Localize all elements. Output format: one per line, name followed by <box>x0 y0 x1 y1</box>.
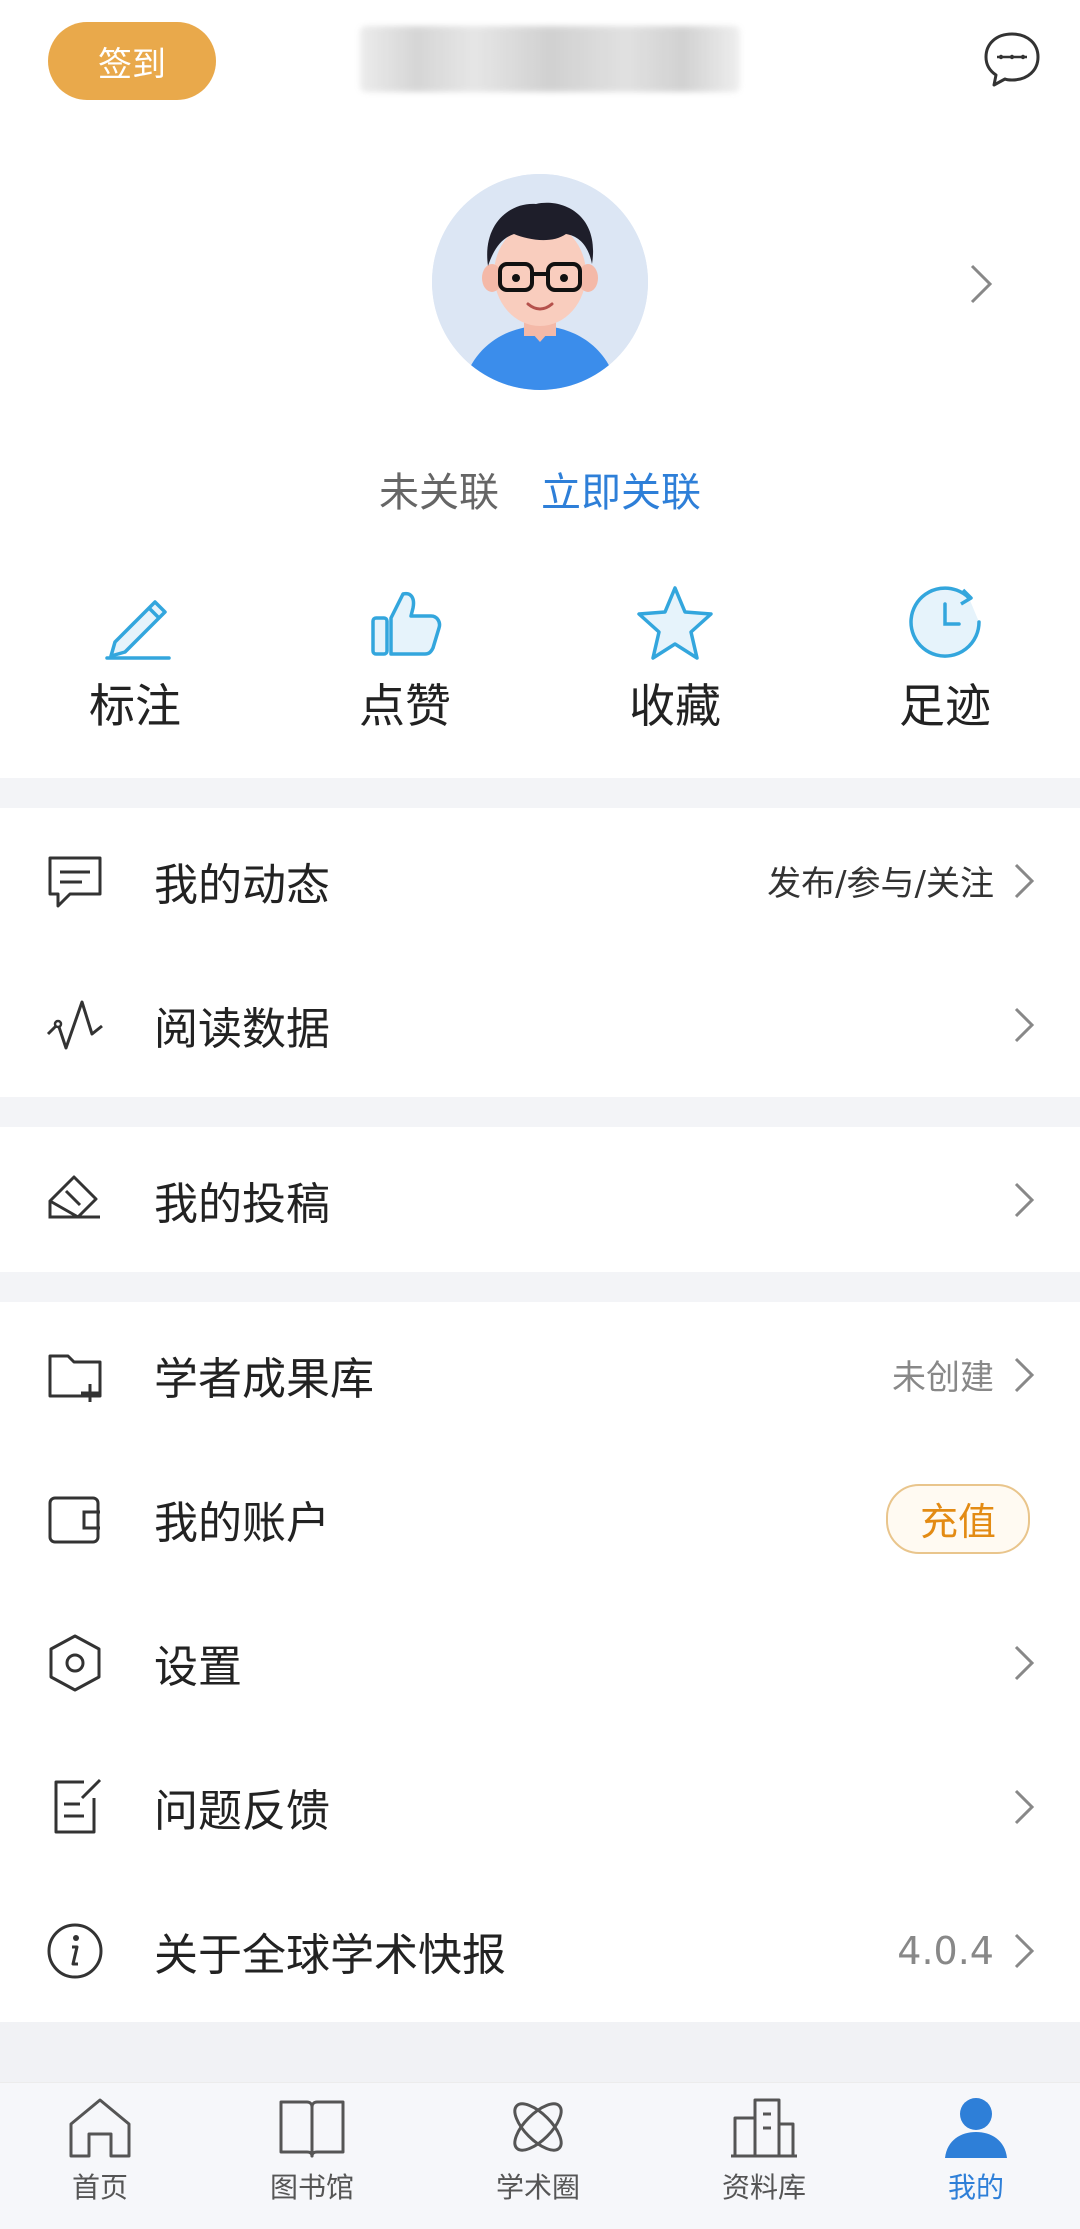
edit-note-icon <box>54 1778 102 1833</box>
chevron-right-icon <box>1014 1357 1035 1392</box>
chevron-right-icon <box>1014 1007 1035 1042</box>
hexagon-settings-icon <box>49 1634 101 1691</box>
folder-add-icon <box>48 1354 102 1402</box>
wave-icon <box>46 1000 103 1049</box>
link-status: 未关联 <box>379 470 499 516</box>
quick-history-label: 足迹 <box>899 679 991 733</box>
divider <box>0 778 1080 808</box>
link-now-button[interactable]: 立即关联 <box>541 470 701 516</box>
nav-home-label: 首页 <box>71 2171 128 2204</box>
buildings-icon <box>731 2098 797 2158</box>
nav-library-label: 图书馆 <box>269 2171 354 2204</box>
my-dynamics-label: 我的动态 <box>154 859 330 911</box>
feedback-label: 问题反馈 <box>154 1785 330 1837</box>
reading-data-row[interactable]: 阅读数据 <box>0 952 1080 1097</box>
settings-label: 设置 <box>154 1641 242 1693</box>
chevron-right-icon <box>1014 863 1035 898</box>
scholar-library-label: 学者成果库 <box>154 1353 374 1405</box>
quick-favorite-label: 收藏 <box>629 679 721 733</box>
nav-mine[interactable]: 我的 <box>896 2094 1056 2218</box>
quick-favorite[interactable]: 收藏 <box>575 580 775 740</box>
thumbs-up-icon <box>371 591 442 656</box>
chevron-right-icon <box>1014 1182 1035 1217</box>
account-link-row: 未关联 立即关联 <box>0 460 1080 518</box>
nav-database[interactable]: 资料库 <box>684 2094 844 2218</box>
chevron-right-icon <box>1014 1789 1035 1824</box>
settings-row[interactable]: 设置 <box>0 1590 1080 1735</box>
info-icon <box>47 1923 103 1978</box>
atom-icon <box>513 2102 563 2152</box>
wallet-icon <box>48 1496 100 1543</box>
chevron-right-icon <box>1014 1933 1035 1968</box>
my-account-row[interactable]: 我的账户 充值 <box>0 1446 1080 1591</box>
home-icon <box>69 2098 131 2158</box>
my-account-label: 我的账户 <box>154 1497 330 1549</box>
star-icon <box>637 586 713 660</box>
divider <box>0 1272 1080 1302</box>
divider <box>0 1097 1080 1127</box>
recharge-button[interactable]: 充值 <box>886 1483 1030 1554</box>
quick-like-label: 点赞 <box>359 679 451 733</box>
comment-icon <box>48 856 102 907</box>
feedback-row[interactable]: 问题反馈 <box>0 1734 1080 1879</box>
about-row[interactable]: 关于全球学术快报 4.0.4 <box>0 1878 1080 2023</box>
envelope-pen-icon <box>48 1175 100 1218</box>
quick-annotate[interactable]: 标注 <box>35 580 235 740</box>
nav-academic-circle[interactable]: 学术圈 <box>458 2094 618 2218</box>
profile-chevron-right-icon[interactable] <box>966 262 996 306</box>
username-blurred <box>360 26 740 92</box>
nav-home[interactable]: 首页 <box>20 2094 180 2218</box>
about-label: 关于全球学术快报 <box>154 1929 506 1981</box>
nav-mine-label: 我的 <box>947 2171 1004 2204</box>
checkin-button[interactable]: 签到 <box>48 22 216 100</box>
scholar-library-row[interactable]: 学者成果库 未创建 <box>0 1302 1080 1447</box>
my-submissions-row[interactable]: 我的投稿 <box>0 1127 1080 1272</box>
app-version: 4.0.4 <box>897 1928 994 1973</box>
my-dynamics-row[interactable]: 我的动态 发布/参与/关注 <box>0 808 1080 953</box>
nav-database-label: 资料库 <box>721 2171 806 2204</box>
my-dynamics-sub: 发布/参与/关注 <box>767 864 994 904</box>
nav-library[interactable]: 图书馆 <box>232 2094 392 2218</box>
divider <box>0 2022 1080 2082</box>
chat-bubble-icon[interactable] <box>980 28 1044 92</box>
pencil-icon <box>105 600 171 660</box>
scholar-library-status: 未创建 <box>892 1358 994 1398</box>
nav-academic-circle-label: 学术圈 <box>495 2171 580 2204</box>
quick-history[interactable]: 足迹 <box>845 580 1045 740</box>
person-icon <box>945 2098 1007 2158</box>
book-icon <box>279 2100 345 2158</box>
chevron-right-icon <box>1014 1645 1035 1680</box>
my-submissions-label: 我的投稿 <box>154 1178 330 1230</box>
reading-data-label: 阅读数据 <box>154 1003 330 1055</box>
quick-annotate-label: 标注 <box>89 679 181 733</box>
avatar[interactable] <box>432 174 648 390</box>
clock-icon <box>909 586 981 658</box>
quick-like[interactable]: 点赞 <box>305 580 505 740</box>
